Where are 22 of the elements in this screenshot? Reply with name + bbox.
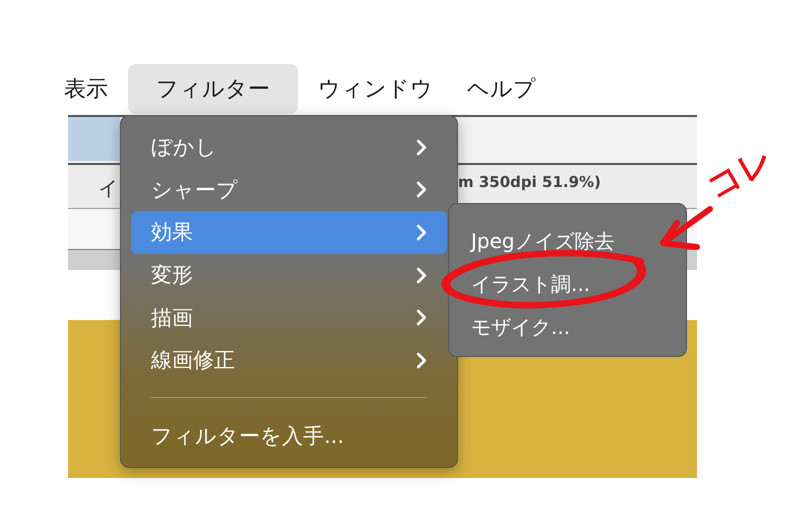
menu-item[interactable]: Jpegノイズ除去 [449,220,686,263]
menu-item[interactable]: 効果 [131,211,447,254]
menu-item[interactable]: 描画 [131,296,447,339]
menu-bar-item[interactable]: 表示 [60,64,122,114]
handwritten-note: コレ [698,137,782,210]
menu-item[interactable]: シャープ [131,168,447,212]
menu-item[interactable]: 変形 [131,254,447,296]
chevron-icon [416,352,427,369]
chevron-icon [416,224,427,241]
tab-label: イ [98,175,118,202]
menu-item[interactable]: イラスト調... [449,263,686,306]
menu-item[interactable]: フィルターを入手... [131,414,447,457]
menu-bar-item[interactable]: ヘルプ [453,64,550,114]
chevron-icon [416,138,427,156]
menu-bar-item[interactable]: フィルター [128,64,298,114]
menu-bar-item[interactable]: ウィンドウ [304,64,447,114]
chevron-icon [416,181,427,198]
menu-item[interactable]: ぼかし [131,126,447,169]
chevron-icon [416,309,427,326]
menu-item[interactable]: 線画修正 [131,338,447,382]
chevron-icon [416,266,427,284]
document-info: m 350dpi 51.9%) [458,173,601,191]
